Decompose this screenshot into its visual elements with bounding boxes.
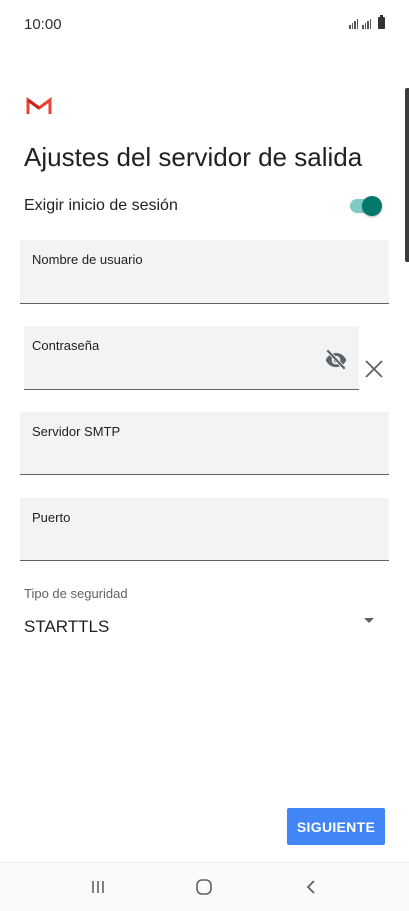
security-type-value: STARTTLS xyxy=(24,617,110,636)
username-input[interactable] xyxy=(32,275,377,297)
smtp-server-input[interactable] xyxy=(32,446,377,468)
port-field[interactable]: Puerto xyxy=(20,498,389,561)
next-button[interactable]: SIGUIENTE xyxy=(287,808,385,845)
home-icon[interactable] xyxy=(192,875,216,899)
require-signin-toggle[interactable] xyxy=(350,196,382,216)
username-label: Nombre de usuario xyxy=(32,252,143,267)
status-time: 10:00 xyxy=(24,16,62,33)
page-title: Ajustes del servidor de salida xyxy=(24,142,363,172)
recent-apps-icon[interactable] xyxy=(86,875,110,899)
close-icon[interactable] xyxy=(363,358,385,380)
password-field[interactable]: Contraseña xyxy=(24,326,359,390)
signal-icon xyxy=(349,19,358,29)
port-label: Puerto xyxy=(32,510,71,525)
require-signin-label: Exigir inicio de sesión xyxy=(24,197,178,214)
navigation-bar xyxy=(0,862,409,911)
status-icons xyxy=(349,15,385,29)
username-field[interactable]: Nombre de usuario xyxy=(20,240,389,304)
toggle-knob xyxy=(362,196,382,216)
status-bar: 10:00 xyxy=(0,0,409,48)
security-type-label: Tipo de seguridad xyxy=(24,586,128,601)
eye-off-icon[interactable] xyxy=(323,346,349,372)
smtp-server-field[interactable]: Servidor SMTP xyxy=(20,412,389,475)
smtp-server-label: Servidor SMTP xyxy=(32,424,121,439)
gmail-m-icon xyxy=(26,97,52,120)
port-input[interactable] xyxy=(32,532,377,554)
signal-icon-2 xyxy=(362,19,371,29)
password-label: Contraseña xyxy=(32,338,100,353)
security-type-select[interactable]: STARTTLS xyxy=(24,610,385,644)
scrollbar[interactable] xyxy=(405,88,409,262)
password-input[interactable] xyxy=(32,361,315,383)
dropdown-arrow-icon xyxy=(364,618,374,623)
battery-icon xyxy=(378,15,385,29)
back-icon[interactable] xyxy=(299,875,323,899)
